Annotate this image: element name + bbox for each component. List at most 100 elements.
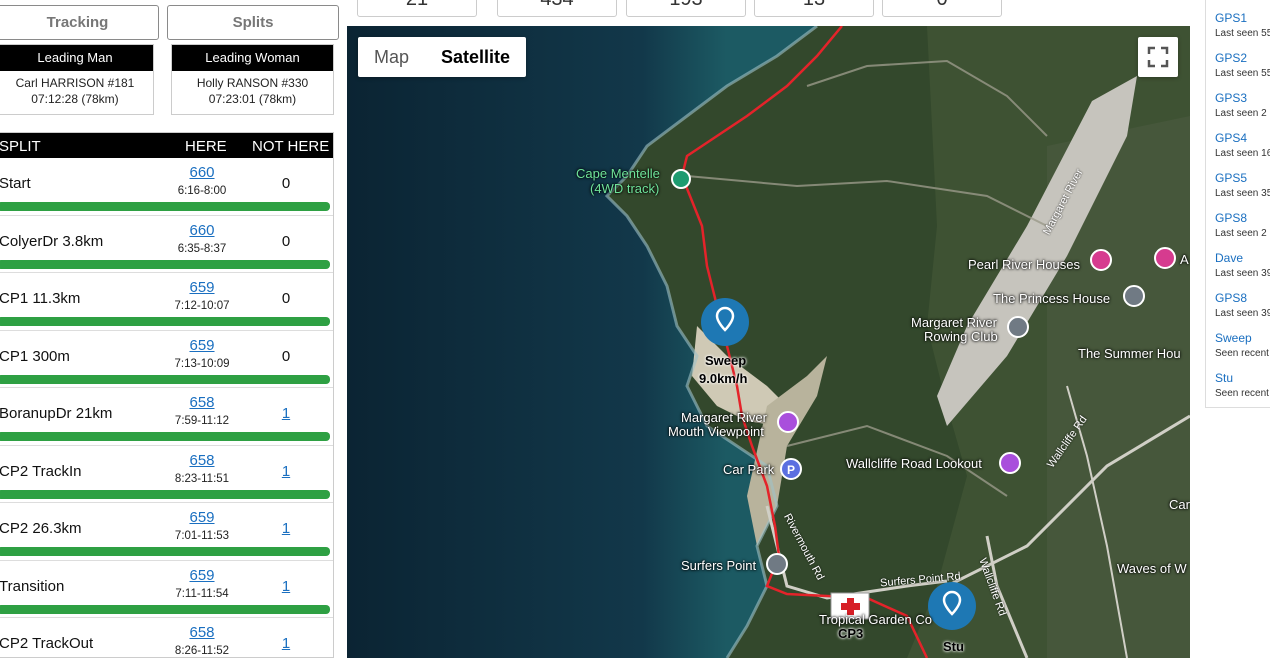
device-item[interactable]: GPS4 Last seen 16 (1206, 120, 1270, 160)
split-name: CP2 TrackOut (0, 635, 94, 652)
device-last-seen: Last seen 16 (1215, 148, 1270, 159)
stat-box-1: 21 (357, 0, 477, 17)
split-here-link[interactable]: 658 (167, 452, 237, 469)
label-sweep-speed: 9.0km/h (699, 371, 748, 386)
split-name: CP1 11.3km (0, 290, 81, 307)
device-name[interactable]: GPS3 (1215, 91, 1270, 105)
label-rowing-2: Rowing Club (924, 329, 998, 344)
splits-table: SPLIT HERE NOT HERE Start 660 6:16-8:00 0 Co… (0, 132, 334, 658)
stat-box-2: 434 (497, 0, 617, 17)
label-lookout: Wallcliffe Road Lookout (846, 456, 982, 471)
device-item[interactable]: GPS8 Last seen 39 (1206, 280, 1270, 320)
split-row: CP2 26.3km 659 7:01-11:53 1 (0, 503, 333, 561)
split-name: Start (0, 175, 31, 192)
split-here-link[interactable]: 659 (167, 279, 237, 296)
split-time-range: 7:59-11:12 (174, 415, 230, 427)
split-time-range: 8:23-11:51 (174, 472, 230, 485)
split-name: ColyerDr 3.8km (0, 232, 104, 250)
split-here-link[interactable]: 660 (167, 222, 237, 239)
device-last-seen: Last seen 35 (1215, 188, 1270, 199)
split-time-range: 7:01-11:53 (174, 530, 230, 542)
split-row: ColyerDr 3.8km 660 6:35-8:37 0 (0, 216, 333, 273)
device-item[interactable]: Stu Seen recent (1206, 360, 1270, 400)
svg-text:P: P (787, 463, 795, 477)
device-last-seen: Last seen 39 (1215, 308, 1270, 319)
split-row: CP1 11.3km 659 7:12-10:07 0 (0, 273, 333, 331)
device-name[interactable]: GPS4 (1215, 131, 1270, 145)
device-last-seen: Last seen 2 l (1215, 108, 1270, 119)
device-item[interactable]: Dave Last seen 39 (1206, 240, 1270, 280)
device-item[interactable]: Sweep Seen recent (1206, 320, 1270, 360)
split-here-link[interactable]: 660 (167, 164, 237, 181)
label-princess-house: The Princess House (993, 291, 1111, 306)
device-name[interactable]: GPS8 (1215, 211, 1270, 225)
device-item[interactable]: GPS3 Last seen 2 l (1206, 80, 1270, 120)
device-last-seen: Last seen 55 (1215, 68, 1270, 79)
split-here-link[interactable]: 659 (167, 567, 237, 584)
label-rowing-1: Margaret River (911, 315, 997, 330)
split-here-link[interactable]: 659 (167, 337, 237, 354)
device-name[interactable]: Sweep (1215, 331, 1270, 345)
split-progress-bar (0, 202, 330, 211)
satellite-map[interactable]: P Map Satellite Cape Mentelle (4WD track… (347, 26, 1190, 658)
split-time-range: 7:12-10:07 (174, 300, 230, 312)
split-not-here[interactable]: 1 (251, 520, 321, 537)
split-time-range: 7:13-10:09 (174, 357, 230, 370)
device-name[interactable]: GPS1 (1215, 11, 1270, 25)
device-last-seen: Last seen 39 (1215, 268, 1270, 279)
leading-woman-name: Holly RANSON #330 (196, 76, 309, 90)
device-last-seen: Seen recent (1215, 388, 1269, 399)
split-progress-bar (0, 547, 330, 556)
split-row: CP1 300m 659 7:13-10:09 0 (0, 331, 333, 388)
device-last-seen: Last seen 55 (1215, 28, 1270, 39)
leading-man-time: 07:12:28 (78km) (31, 92, 119, 106)
split-row: CP2 TrackIn 658 8:23-11:51 1 (0, 446, 333, 503)
device-item[interactable]: GPS2 Last seen 55 (1206, 40, 1270, 80)
device-name[interactable]: Stu (1215, 371, 1270, 385)
device-name[interactable]: GPS8 (1215, 291, 1270, 305)
split-row: CP2 TrackOut 658 8:26-11:52 1 (0, 618, 333, 657)
split-name: CP2 26.3km (0, 520, 82, 537)
map-imagery: P (347, 26, 1190, 658)
device-name[interactable]: Dave (1215, 251, 1270, 265)
leading-woman-title: Leading Woman (172, 45, 333, 71)
label-sweep: Sweep (705, 353, 747, 368)
label-summer-house: The Summer Hou (1078, 346, 1181, 361)
stat-box-5: 0 (882, 0, 1002, 17)
split-progress-bar (0, 604, 330, 614)
split-here-link[interactable]: 659 (167, 509, 237, 526)
tab-tracking[interactable]: Tracking (0, 5, 159, 40)
split-row: BoranupDr 21km 658 7:59-11:12 1 (0, 388, 333, 446)
split-name: Transition (0, 577, 65, 595)
device-name[interactable]: GPS5 (1215, 171, 1270, 185)
label-cp3: CP3 (838, 626, 864, 641)
device-item[interactable]: GPS8 Last seen 2 l (1206, 200, 1270, 240)
device-name[interactable]: GPS2 (1215, 51, 1270, 65)
split-not-here[interactable]: 1 (251, 635, 321, 652)
split-not-here[interactable]: 1 (251, 463, 321, 480)
tab-splits[interactable]: Splits (167, 5, 339, 40)
label-cape-mentelle-sub: (4WD track) (590, 181, 660, 196)
split-time-range: 8:26-11:52 (174, 645, 230, 657)
split-here-link[interactable]: 658 (167, 624, 237, 641)
split-progress-bar (0, 317, 330, 326)
label-car-park: Car Park (723, 462, 775, 477)
device-item[interactable]: GPS1 Last seen 55 (1206, 0, 1270, 40)
fullscreen-button[interactable] (1138, 37, 1178, 77)
leading-man-title: Leading Man (0, 45, 153, 71)
device-item[interactable]: GPS5 Last seen 35 (1206, 160, 1270, 200)
split-progress-bar (0, 432, 330, 441)
header-not-here: NOT HERE (252, 138, 330, 155)
map-type-toggle: Map Satellite (358, 37, 527, 77)
device-last-seen: Seen recent (1215, 348, 1269, 359)
split-not-here[interactable]: 1 (251, 578, 321, 595)
label-stu: Stu (943, 639, 964, 654)
satellite-view-button[interactable]: Satellite (425, 37, 526, 77)
map-view-button[interactable]: Map (358, 37, 425, 77)
split-not-here[interactable]: 1 (251, 405, 321, 422)
label-a-right: A (1180, 252, 1189, 267)
device-list: GPS1 Last seen 55 GPS2 Last seen 55 GPS3 Last… (1205, 0, 1270, 408)
label-viewpoint-2: Mouth Viewpoint (668, 424, 764, 439)
split-here-link[interactable]: 658 (167, 394, 237, 411)
split-progress-bar (0, 489, 330, 499)
